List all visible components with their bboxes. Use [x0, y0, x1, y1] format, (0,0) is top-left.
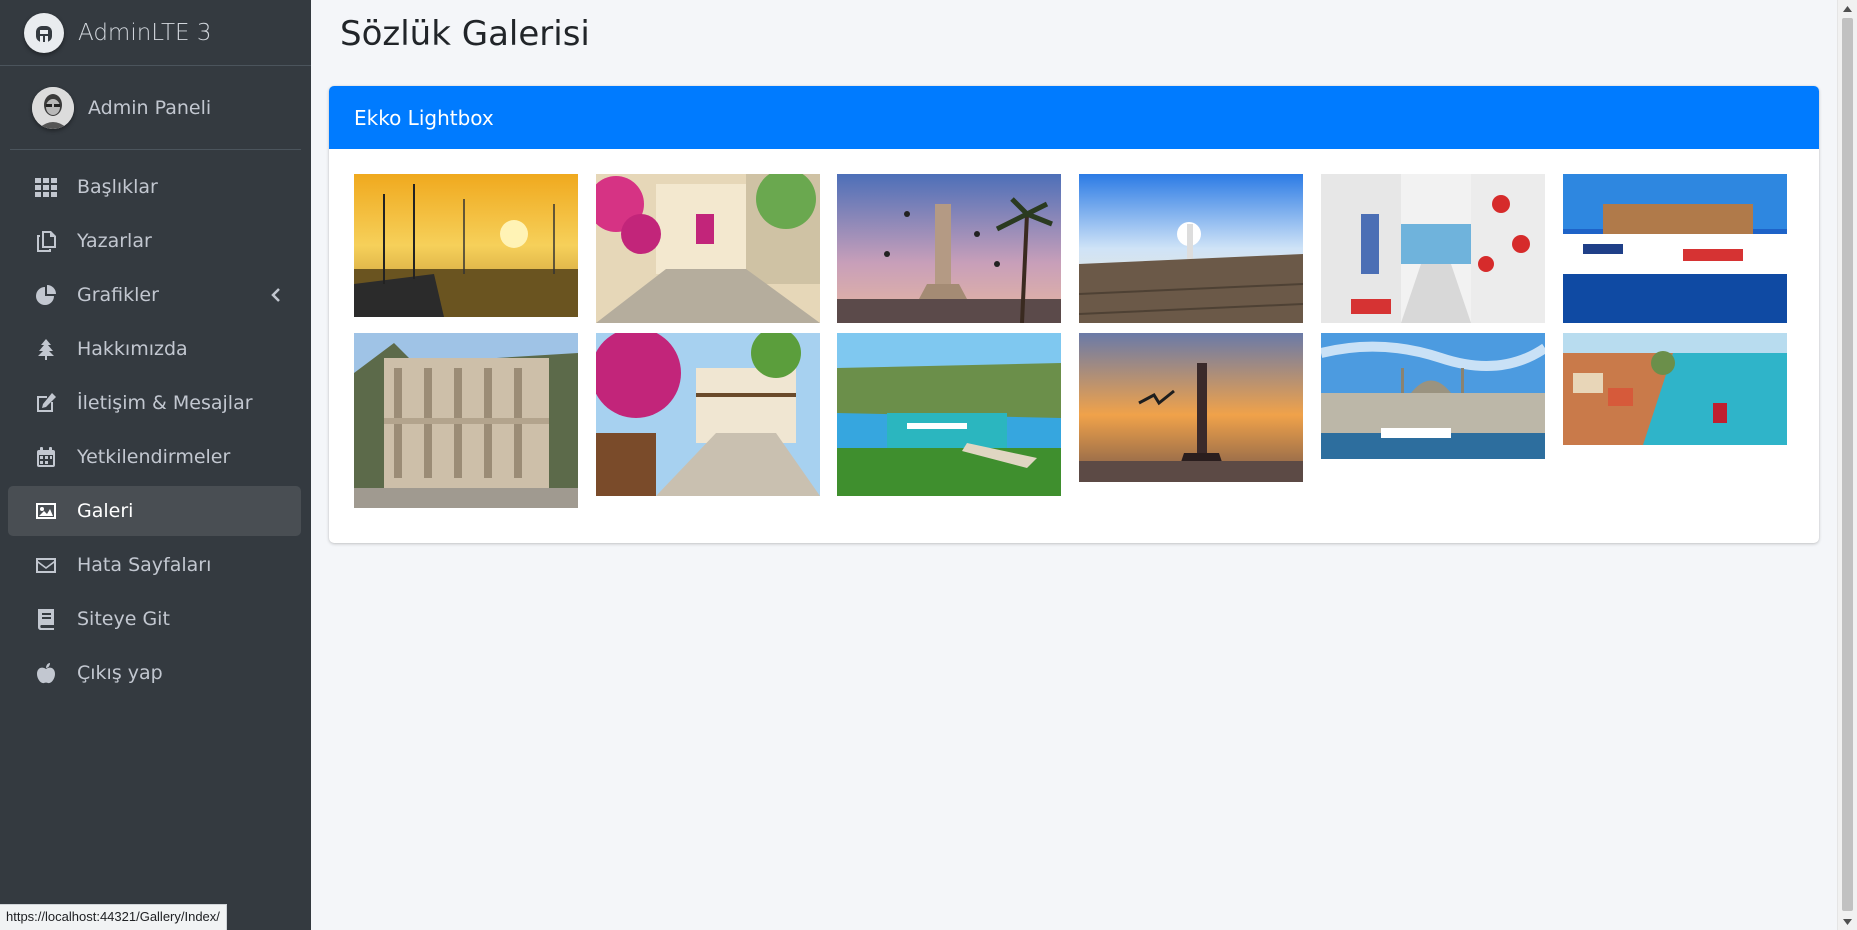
- grid-icon: [33, 175, 59, 199]
- sidebar-item-label: Hata Sayfaları: [77, 554, 212, 576]
- page-title: Sözlük Galerisi: [340, 14, 590, 54]
- sidebar-item-siteye-git[interactable]: Siteye Git: [8, 594, 301, 644]
- sidebar-item-cikis[interactable]: Çıkış yap: [8, 648, 301, 698]
- calendar-icon: [33, 445, 59, 469]
- gallery-card: Ekko Lightbox: [329, 86, 1819, 543]
- gallery-thumbnail-clock-tower[interactable]: [837, 174, 1061, 323]
- sidebar-item-galeri[interactable]: Galeri: [8, 486, 301, 536]
- card-title: Ekko Lightbox: [354, 105, 494, 130]
- gallery-thumbnail-istanbul-mosque[interactable]: [1321, 333, 1545, 459]
- sidebar-item-iletisim[interactable]: İletişim & Mesajlar: [8, 378, 301, 428]
- scroll-up-arrow-icon[interactable]: [1838, 0, 1857, 17]
- card-header: Ekko Lightbox: [329, 86, 1819, 149]
- scrollbar-thumb[interactable]: [1842, 18, 1853, 911]
- chevron-left-icon[interactable]: [269, 286, 283, 304]
- status-bar-url: https://localhost:44321/Gallery/Index/: [0, 904, 227, 930]
- gallery-thumbnail-white-alley[interactable]: [1321, 174, 1545, 323]
- gallery-thumbnail-harbor-sunset[interactable]: [354, 174, 578, 317]
- sidebar-item-label: Grafikler: [77, 284, 159, 306]
- page-scrollbar[interactable]: [1837, 0, 1857, 930]
- brand-logo: [24, 12, 64, 53]
- gallery-thumbnail-maidens-tower[interactable]: [1079, 333, 1303, 482]
- sidebar-item-label: Galeri: [77, 500, 134, 522]
- image-icon: [33, 499, 59, 523]
- sidebar-item-hakkimizda[interactable]: Hakkımızda: [8, 324, 301, 374]
- content-wrapper: Sözlük Galerisi Ekko Lightbox: [311, 0, 1837, 930]
- gallery-thumbnail-flower-street[interactable]: [596, 174, 820, 323]
- book-icon: [33, 607, 59, 631]
- sidebar-item-basliklar[interactable]: Başlıklar: [8, 162, 301, 212]
- sidebar-item-hata-sayfalari[interactable]: Hata Sayfaları: [8, 540, 301, 590]
- sidebar-item-grafikler[interactable]: Grafikler: [8, 270, 301, 320]
- avatar: [32, 86, 74, 129]
- gallery-thumbnail-library-of-celsus[interactable]: [354, 333, 578, 508]
- scroll-down-arrow-icon[interactable]: [1838, 913, 1857, 930]
- user-name: Admin Paneli: [88, 96, 212, 119]
- pie-chart-icon: [33, 283, 59, 307]
- sidebar-item-label: Çıkış yap: [77, 662, 163, 684]
- sidebar-nav: Başlıklar Yazarlar Grafikler Hakkımızda: [0, 150, 311, 698]
- sidebar-item-label: Yazarlar: [77, 230, 152, 252]
- tree-icon: [33, 337, 59, 361]
- envelope-icon: [33, 553, 59, 577]
- sidebar: AdminLTE 3 Admin Paneli Başlıklar Yazarl…: [0, 0, 311, 930]
- gallery-thumbnail-antalya-harbor[interactable]: [1563, 333, 1787, 445]
- sidebar-item-label: Hakkımızda: [77, 338, 188, 360]
- sidebar-item-label: Başlıklar: [77, 176, 158, 198]
- gallery-thumbnail-old-town-street[interactable]: [596, 333, 820, 496]
- sidebar-item-label: Siteye Git: [77, 608, 170, 630]
- gallery-thumbnail-seaside-promenade[interactable]: [1079, 174, 1303, 323]
- sidebar-item-yazarlar[interactable]: Yazarlar: [8, 216, 301, 266]
- copy-icon: [33, 229, 59, 253]
- apple-icon: [33, 661, 59, 685]
- edit-icon: [33, 391, 59, 415]
- sidebar-item-label: İletişim & Mesajlar: [77, 392, 253, 414]
- sidebar-item-yetkilendirmeler[interactable]: Yetkilendirmeler: [8, 432, 301, 482]
- brand-text: AdminLTE 3: [78, 19, 212, 46]
- gallery-thumbnail-harbor-boats[interactable]: [1563, 174, 1787, 323]
- sidebar-item-label: Yetkilendirmeler: [77, 446, 231, 468]
- user-panel[interactable]: Admin Paneli: [10, 66, 301, 150]
- gallery-thumbnail-marina-cliffs[interactable]: [837, 333, 1061, 496]
- brand-link[interactable]: AdminLTE 3: [0, 0, 311, 66]
